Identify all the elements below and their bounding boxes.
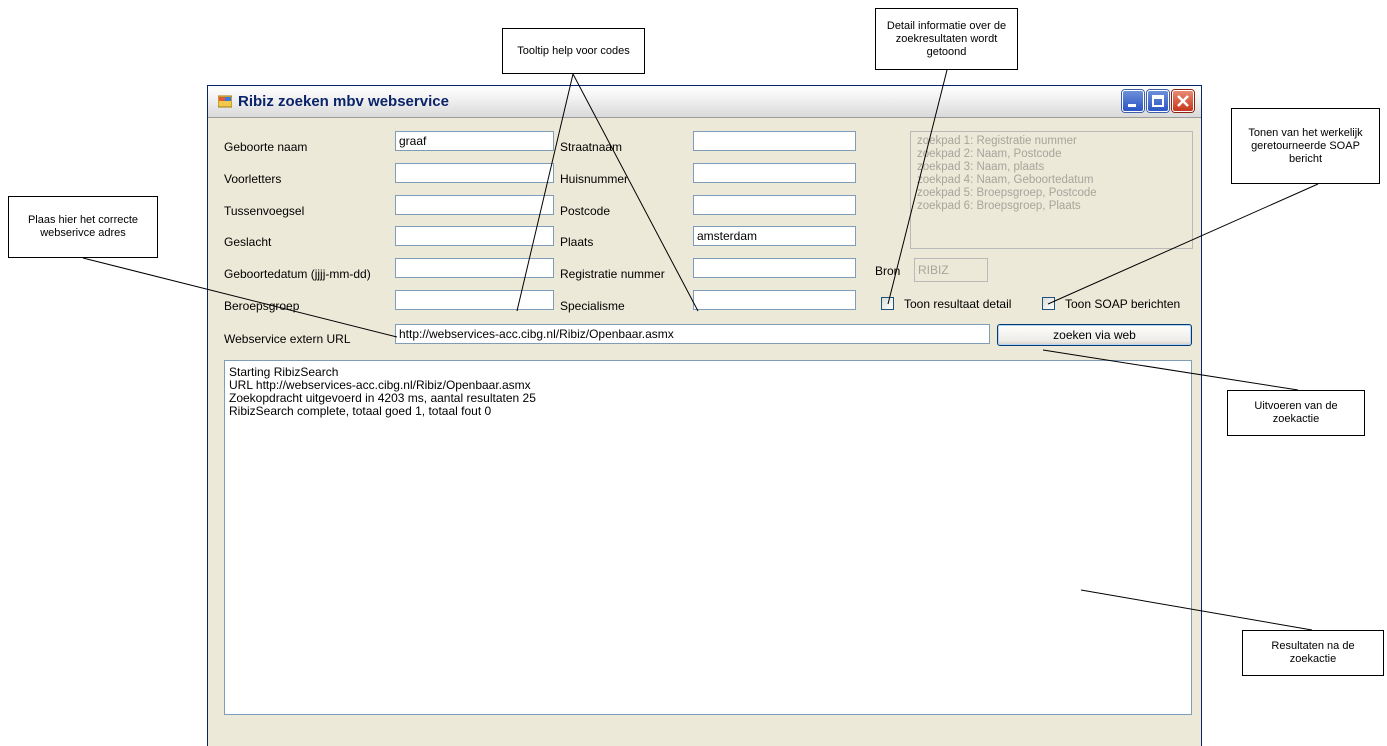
straatnaam-input[interactable] [693,131,856,151]
callout-detail: Detail informatie over de zoekresultaten… [875,8,1018,70]
label-plaats: Plaats [560,235,594,249]
bron-field: RIBIZ [914,258,988,282]
tussenvoegsel-input[interactable] [395,195,554,215]
zoekpad-item: zoekpad 5: Broepsgroep, Postcode [917,187,1097,199]
minimize-icon [1128,104,1136,107]
geboortedatum-input[interactable] [395,258,554,278]
toon-resultaat-detail-checkbox[interactable] [881,297,894,310]
zoekpad-list: zoekpad 1: Registratie nummer zoekpad 2:… [910,131,1193,249]
label-straatnaam: Straatnaam [560,140,623,154]
plaats-input[interactable]: amsterdam [693,226,856,246]
specialisme-input[interactable] [693,290,856,310]
geslacht-input[interactable] [395,226,554,246]
label-tussenvoegsel: Tussenvoegsel [224,204,305,218]
callout-resultaten: Resultaten na de zoekactie [1242,630,1384,676]
label-webservice-url: Webservice extern URL [224,332,351,346]
output-line: RibizSearch complete, totaal goed 1, tot… [229,404,492,418]
label-beroepsgroep: Beroepsgroep [224,299,300,313]
zoekpad-item: zoekpad 2: Naam, Postcode [917,148,1062,160]
zoekpad-item: zoekpad 4: Naam, Geboortedatum [917,174,1094,186]
label-registratie-nummer: Registratie nummer [560,267,665,281]
zoekpad-item: zoekpad 6: Broepsgroep, Plaats [917,200,1081,212]
close-button[interactable] [1172,90,1194,112]
maximize-button[interactable] [1147,90,1169,112]
zoeken-via-web-button[interactable]: zoeken via web [997,324,1192,346]
huisnummer-input[interactable] [693,163,856,183]
registratie-nummer-input[interactable] [693,258,856,278]
result-output[interactable]: Starting RibizSearch URL http://webservi… [224,360,1192,715]
toon-soap-berichten-checkbox[interactable] [1042,297,1055,310]
label-toon-soap-berichten[interactable]: Toon SOAP berichten [1065,297,1180,311]
label-bron: Bron [875,264,901,278]
app-icon [218,95,232,108]
postcode-input[interactable] [693,195,856,215]
label-geboorte-naam: Geboorte naam [224,140,308,154]
voorletters-input[interactable] [395,163,554,183]
callout-uitvoeren: Uitvoeren van de zoekactie [1227,390,1365,436]
label-huisnummer: Huisnummer [560,172,629,186]
label-toon-resultaat-detail[interactable]: Toon resultaat detail [904,297,1011,311]
label-geboortedatum: Geboortedatum (jjjj-mm-dd) [224,267,371,281]
window-title: Ribiz zoeken mbv webservice [238,93,449,110]
zoekpad-item: zoekpad 1: Registratie nummer [917,135,1077,147]
webservice-url-input[interactable]: http://webservices-acc.cibg.nl/Ribiz/Ope… [395,324,990,344]
callout-tooltip: Tooltip help voor codes [502,28,645,74]
title-bar: Ribiz zoeken mbv webservice [208,86,1201,118]
callout-url: Plaas hier het correcte webserivce adres [8,196,158,258]
zoekpad-item: zoekpad 3: Naam, plaats [917,161,1045,173]
callout-soap: Tonen van het werkelijk geretourneerde S… [1231,108,1380,184]
close-icon [1177,95,1189,107]
minimize-button[interactable] [1122,90,1144,112]
beroepsgroep-input[interactable] [395,290,554,310]
maximize-icon [1152,95,1164,107]
label-specialisme: Specialisme [560,299,625,313]
label-geslacht: Geslacht [224,235,272,249]
label-voorletters: Voorletters [224,172,282,186]
geboorte-naam-input[interactable]: graaf [395,131,554,151]
app-window: Ribiz zoeken mbv webservice Geboorte naa… [207,85,1202,746]
label-postcode: Postcode [560,204,611,218]
form-area: Geboorte naam Voorletters Tussenvoegsel … [214,121,1195,746]
